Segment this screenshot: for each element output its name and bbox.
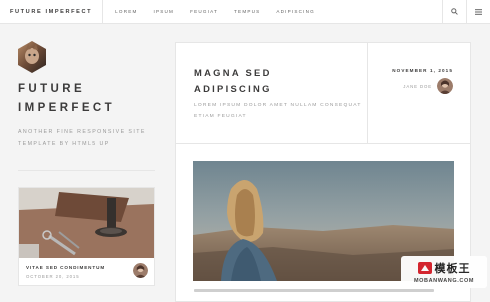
post-title-line1: MAGNA SED <box>194 67 272 78</box>
site-tagline-line1: ANOTHER FINE RESPONSIVE SITE <box>18 129 146 135</box>
watermark-icon <box>417 262 432 274</box>
post-subtitle-line1: LOREM IPSUM DOLOR AMET NULLAM CONSEQUAT <box>194 103 362 108</box>
logo-image[interactable] <box>18 41 46 73</box>
watermark-url: MOBANWANG.COM <box>413 278 475 284</box>
nav-links: LOREM IPSUM FEUGIAT TEMPUS ADIPISCING <box>103 0 323 23</box>
post-author-avatar[interactable] <box>437 78 453 94</box>
mini-post-author-avatar[interactable] <box>133 263 148 278</box>
post-subtitle: LOREM IPSUM DOLOR AMET NULLAM CONSEQUAT … <box>194 101 369 122</box>
nav-link-tempus[interactable]: TEMPUS <box>226 9 268 14</box>
post-meta: NOVEMBER 1, 2015 JANE DOE <box>367 43 470 143</box>
nav-link-feugiat[interactable]: FEUGIAT <box>182 9 226 14</box>
site-tagline: ANOTHER FINE RESPONSIVE SITE TEMPLATE BY… <box>18 126 168 150</box>
menu-icon <box>475 8 482 15</box>
post-header: MAGNA SED ADIPISCING LOREM IPSUM DOLOR A… <box>176 43 470 144</box>
post-subtitle-line2: ETIAM FEUGIAT <box>194 113 247 119</box>
mini-post-image[interactable] <box>19 188 154 258</box>
nav-link-lorem[interactable]: LOREM <box>107 9 145 14</box>
top-navbar: FUTURE IMPERFECT LOREM IPSUM FEUGIAT TEM… <box>0 0 490 24</box>
mini-post-card: VITAE SED CONDIMENTUM OCTOBER 20, 2015 <box>18 187 155 286</box>
brand-link[interactable]: FUTURE IMPERFECT <box>0 0 104 23</box>
search-icon <box>451 8 458 15</box>
post-title[interactable]: MAGNA SED ADIPISCING <box>194 65 364 96</box>
menu-button[interactable] <box>466 0 490 23</box>
site-title-line2: IMPERFECT <box>18 102 116 114</box>
mini-post-meta: VITAE SED CONDIMENTUM OCTOBER 20, 2015 <box>19 258 154 279</box>
post-date: NOVEMBER 1, 2015 <box>392 68 453 73</box>
site-title: FUTURE IMPERFECT <box>18 80 158 118</box>
site-title-line1: FUTURE <box>18 83 86 95</box>
post-author-name[interactable]: JANE DOE <box>403 84 432 89</box>
nav-link-adipiscing[interactable]: ADIPISCING <box>268 9 323 14</box>
site-tagline-line2: TEMPLATE BY HTML5 UP <box>18 141 110 147</box>
nav-link-ipsum[interactable]: IPSUM <box>146 9 183 14</box>
post-body-preview <box>194 289 434 292</box>
search-button[interactable] <box>442 0 466 23</box>
watermark-logo: 模板王 MOBANWANG.COM <box>401 256 487 288</box>
post-title-line2: ADIPISCING <box>194 82 272 94</box>
sidebar-divider <box>18 170 155 171</box>
nav-tools <box>442 0 490 23</box>
watermark-chinese: 模板王 <box>434 262 471 275</box>
